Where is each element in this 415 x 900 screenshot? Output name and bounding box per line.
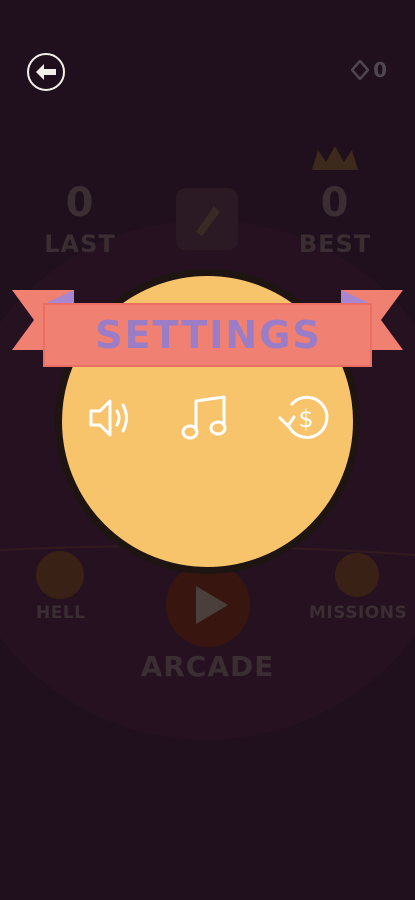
music-note-icon: [181, 395, 227, 440]
settings-ribbon: [12, 290, 403, 367]
music-toggle-button[interactable]: [180, 393, 232, 443]
restore-purchases-icon: $: [278, 395, 329, 439]
restore-purchases-button[interactable]: $: [276, 390, 332, 446]
settings-title: SETTINGS: [95, 313, 322, 357]
sound-toggle-button[interactable]: [86, 393, 136, 443]
speaker-icon: [89, 399, 128, 437]
svg-text:$: $: [298, 405, 313, 433]
